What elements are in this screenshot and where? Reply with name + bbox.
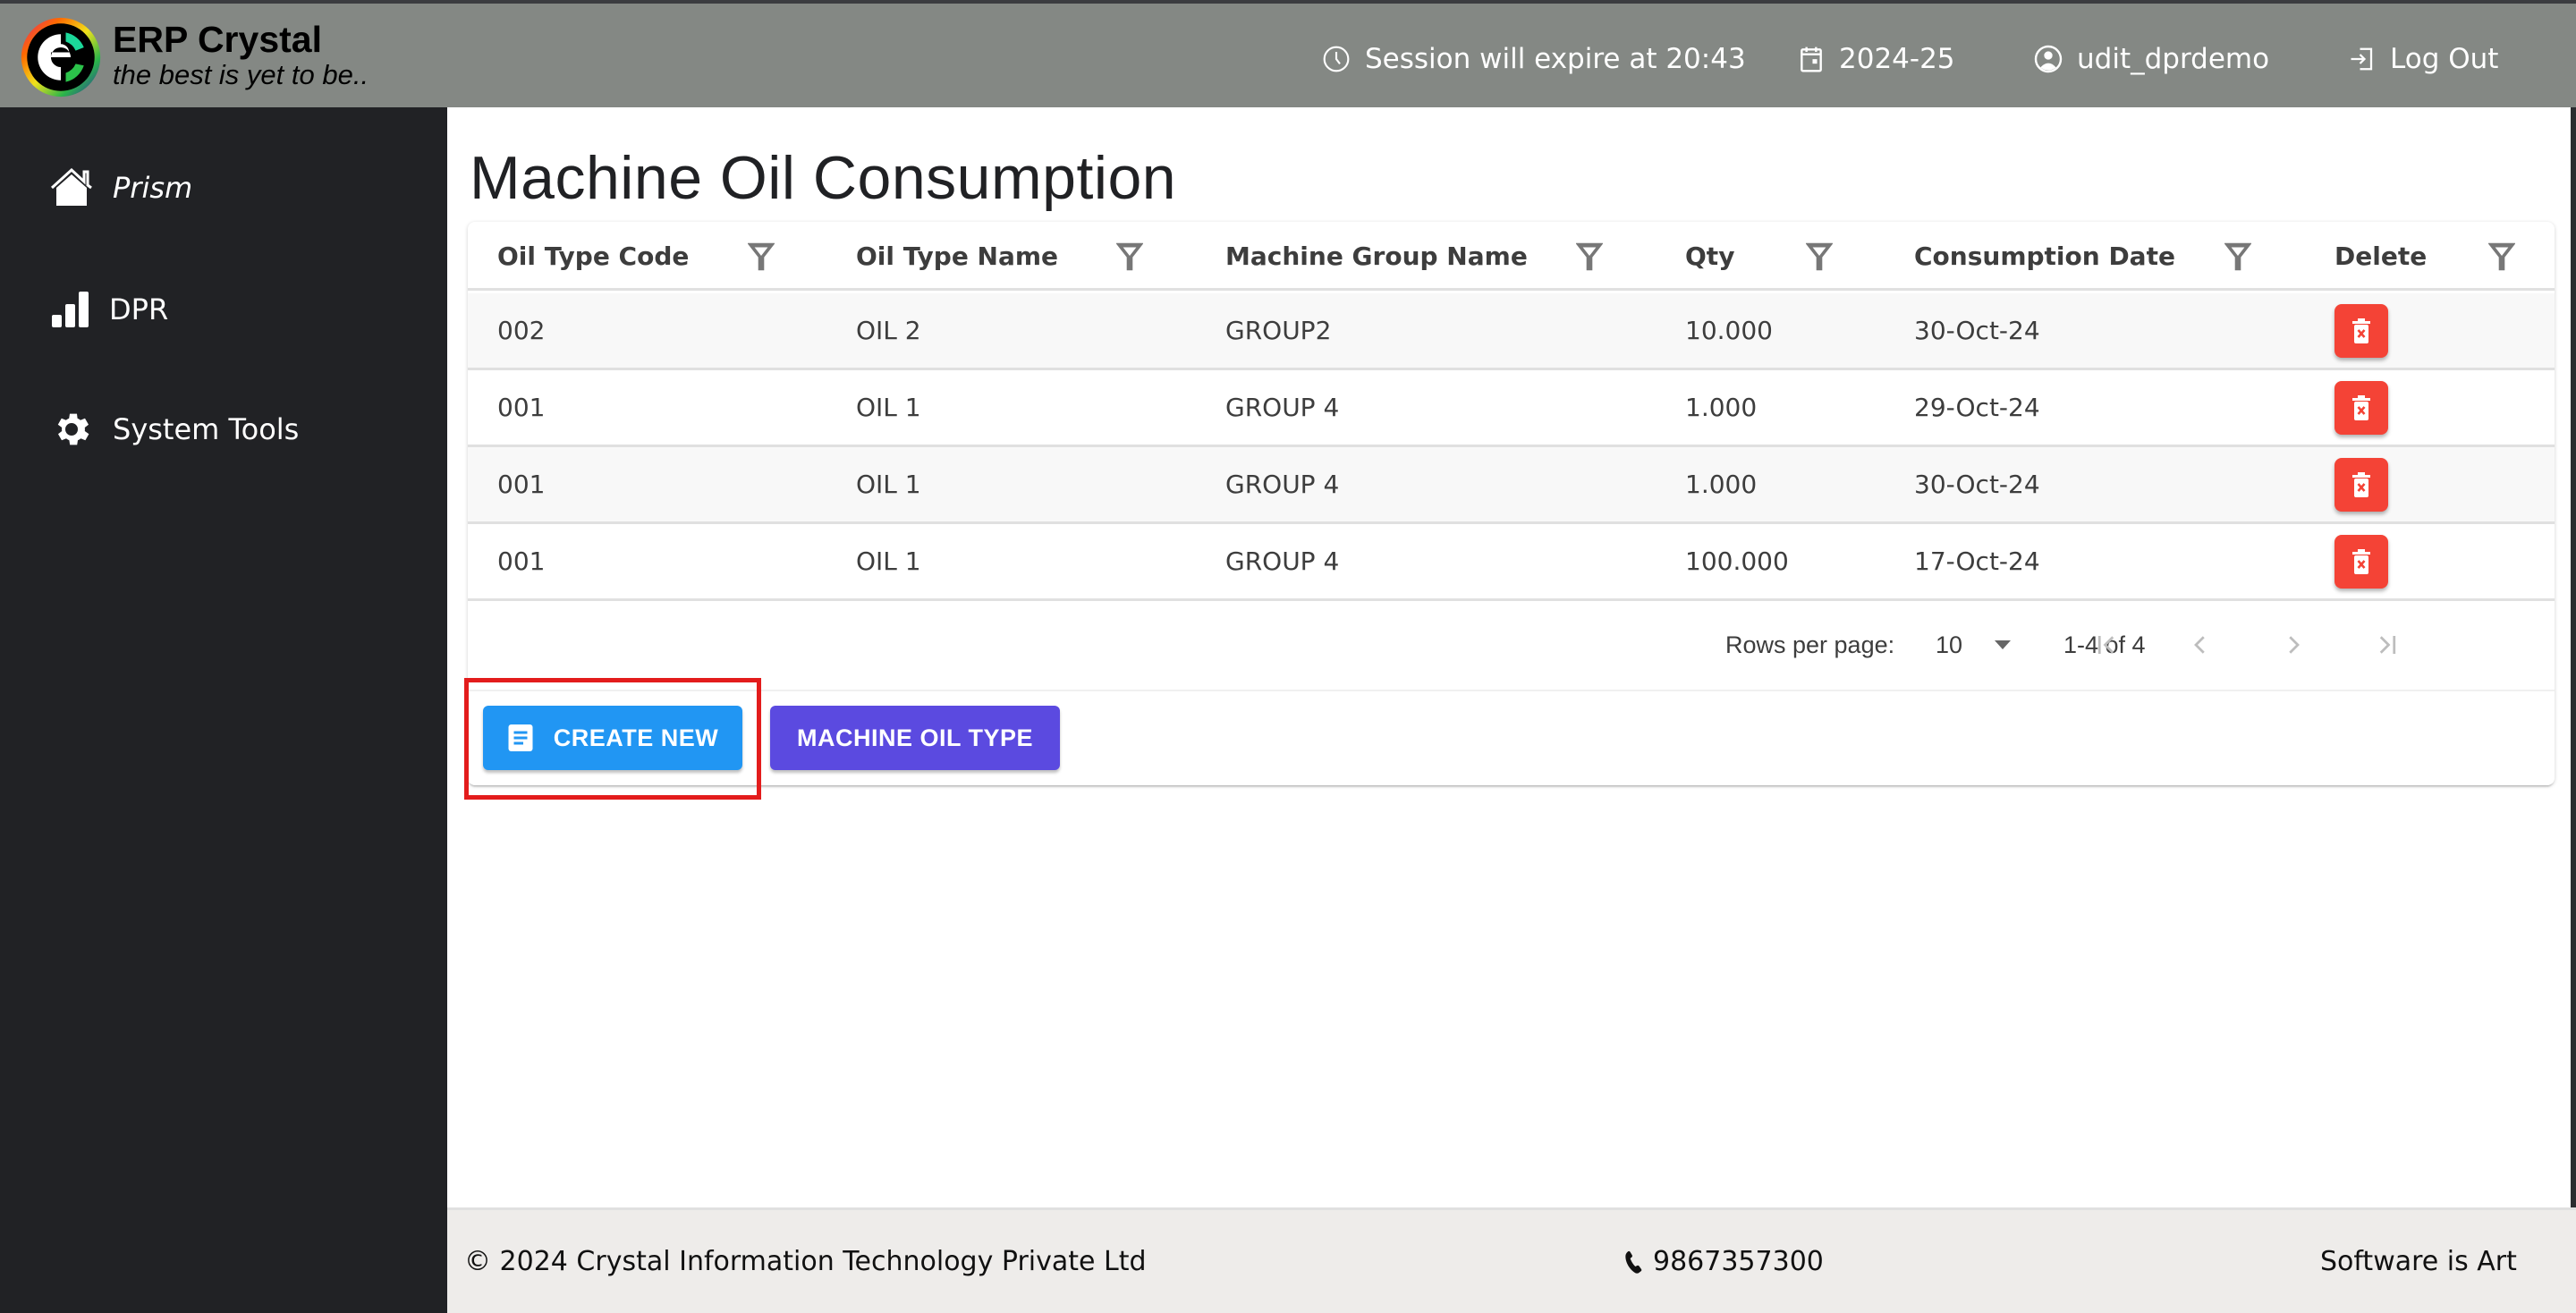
financial-year-text: 2024-25	[1839, 43, 1955, 75]
table-pagination: Rows per page: 10 1-4 of 4	[468, 598, 2555, 691]
rows-per-page-value: 10	[1936, 631, 1963, 658]
trash-delete-icon	[2352, 318, 2370, 343]
footer-motto: Software is Art	[2320, 1246, 2517, 1277]
cell-qty: 10.000	[1685, 316, 1773, 345]
username: udit_dprdemo	[2077, 43, 2270, 75]
cell-oil-type-code: 001	[497, 393, 546, 422]
column-header-qty[interactable]: Qty	[1685, 222, 1734, 291]
clock-icon	[1323, 46, 1350, 72]
column-header-oil-type-code[interactable]: Oil Type Code	[497, 222, 689, 291]
table-row[interactable]: 002 OIL 2 GROUP2 10.000 30-Oct-24	[468, 293, 2555, 370]
chevron-left-icon	[2194, 636, 2205, 654]
delete-row-button[interactable]	[2334, 458, 2388, 512]
next-page-button[interactable]	[2274, 625, 2313, 665]
phone-icon	[1625, 1250, 1642, 1274]
footer: © 2024 Crystal Information Technology Pr…	[447, 1207, 2576, 1313]
filter-icon[interactable]	[1806, 241, 1833, 272]
sidebar: Prism DPR System Tools	[0, 107, 447, 1313]
sidebar-item-prism[interactable]: Prism	[50, 168, 192, 208]
column-header-consumption-date[interactable]: Consumption Date	[1914, 222, 2175, 291]
bar-chart-icon	[52, 292, 89, 327]
cell-oil-type-name: OIL 1	[856, 470, 921, 499]
top-header: ERP Crystal the best is yet to be.. Sess…	[0, 4, 2576, 107]
cell-oil-type-name: OIL 1	[856, 546, 921, 576]
sidebar-item-label: System Tools	[113, 412, 300, 446]
session-expiry-text: Session will expire at 20:43	[1365, 43, 1746, 75]
user-menu[interactable]: udit_dprdemo	[2034, 38, 2269, 80]
logout-label: Log Out	[2390, 43, 2499, 75]
table-row[interactable]: 001 OIL 1 GROUP 4 1.000 30-Oct-24	[468, 447, 2555, 524]
column-header-delete: Delete	[2334, 241, 2428, 271]
cell-machine-group-name: GROUP2	[1225, 316, 1332, 345]
brand-name: ERP Crystal	[113, 19, 322, 60]
logout-icon	[2351, 47, 2373, 71]
brand-tagline: the best is yet to be..	[113, 59, 369, 90]
session-expiry: Session will expire at 20:43	[1322, 38, 1746, 80]
chevron-right-icon	[2289, 636, 2300, 654]
cell-oil-type-code: 001	[497, 470, 546, 499]
footer-phone: 9867357300	[1621, 1210, 1824, 1313]
first-page-button[interactable]	[2088, 625, 2127, 665]
cell-consumption-date: 29-Oct-24	[1914, 393, 2040, 422]
column-header-oil-type-name[interactable]: Oil Type Name	[856, 222, 1058, 291]
brand: ERP Crystal the best is yet to be..	[113, 20, 369, 91]
cell-machine-group-name: GROUP 4	[1225, 546, 1340, 576]
trash-delete-icon	[2352, 472, 2370, 497]
home-icon	[50, 168, 92, 206]
cell-qty: 1.000	[1685, 470, 1758, 499]
delete-row-button[interactable]	[2334, 381, 2388, 435]
data-table-card: Oil Type Code Oil Type Name Machine Grou…	[468, 222, 2555, 785]
financial-year[interactable]: 2024-25	[1798, 38, 1955, 80]
machine-oil-type-label: MACHINE OIL TYPE	[796, 724, 1034, 751]
user-circle-icon	[2034, 45, 2063, 73]
table-row[interactable]: 001 OIL 1 GROUP 4 100.000 17-Oct-24	[468, 524, 2555, 601]
annotation-highlight-box	[464, 678, 761, 800]
cell-qty: 100.000	[1685, 546, 1789, 576]
filter-icon[interactable]	[748, 241, 775, 272]
cell-consumption-date: 30-Oct-24	[1914, 316, 2040, 345]
cell-machine-group-name: GROUP 4	[1225, 393, 1340, 422]
cell-oil-type-name: OIL 1	[856, 393, 921, 422]
cell-consumption-date: 30-Oct-24	[1914, 470, 2040, 499]
phone-number: 9867357300	[1653, 1246, 1824, 1277]
filter-icon[interactable]	[1576, 241, 1603, 272]
rows-per-page-label: Rows per page:	[1725, 631, 1895, 658]
trash-delete-icon	[2352, 549, 2370, 574]
sidebar-item-label: Prism	[113, 171, 193, 205]
logout-button[interactable]: Log Out	[2349, 38, 2498, 80]
dropdown-caret-icon	[1995, 640, 2011, 649]
cell-qty: 1.000	[1685, 393, 1758, 422]
sidebar-item-label: DPR	[109, 292, 169, 326]
table-header: Oil Type Code Oil Type Name Machine Grou…	[468, 222, 2555, 291]
erp-crystal-logo[interactable]	[20, 16, 102, 98]
calendar-icon	[1801, 47, 1822, 72]
first-page-icon	[2097, 636, 2114, 654]
cell-oil-type-code: 001	[497, 546, 546, 576]
column-header-machine-group-name[interactable]: Machine Group Name	[1225, 222, 1528, 291]
sidebar-item-system-tools[interactable]: System Tools	[50, 408, 299, 451]
gear-icon	[57, 413, 89, 445]
previous-page-button[interactable]	[2181, 625, 2220, 665]
sidebar-item-dpr[interactable]: DPR	[50, 290, 168, 329]
filter-icon[interactable]	[2224, 241, 2251, 272]
cell-consumption-date: 17-Oct-24	[1914, 546, 2040, 576]
last-page-icon	[2379, 636, 2396, 654]
last-page-button[interactable]	[2367, 625, 2406, 665]
machine-oil-type-button[interactable]: MACHINE OIL TYPE	[770, 706, 1060, 770]
filter-icon[interactable]	[1116, 241, 1143, 272]
cell-oil-type-code: 002	[497, 316, 546, 345]
filter-icon[interactable]	[2488, 241, 2515, 272]
delete-row-button[interactable]	[2334, 535, 2388, 589]
window-right-edge	[2571, 107, 2576, 1313]
page-title: Machine Oil Consumption	[470, 144, 1177, 212]
cell-oil-type-name: OIL 2	[856, 316, 921, 345]
trash-delete-icon	[2352, 395, 2370, 420]
table-row[interactable]: 001 OIL 1 GROUP 4 1.000 29-Oct-24	[468, 370, 2555, 447]
footer-copyright: © 2024 Crystal Information Technology Pr…	[464, 1246, 1147, 1277]
cell-machine-group-name: GROUP 4	[1225, 470, 1340, 499]
rows-per-page-select[interactable]: 10	[1936, 598, 2018, 691]
delete-row-button[interactable]	[2334, 304, 2388, 358]
